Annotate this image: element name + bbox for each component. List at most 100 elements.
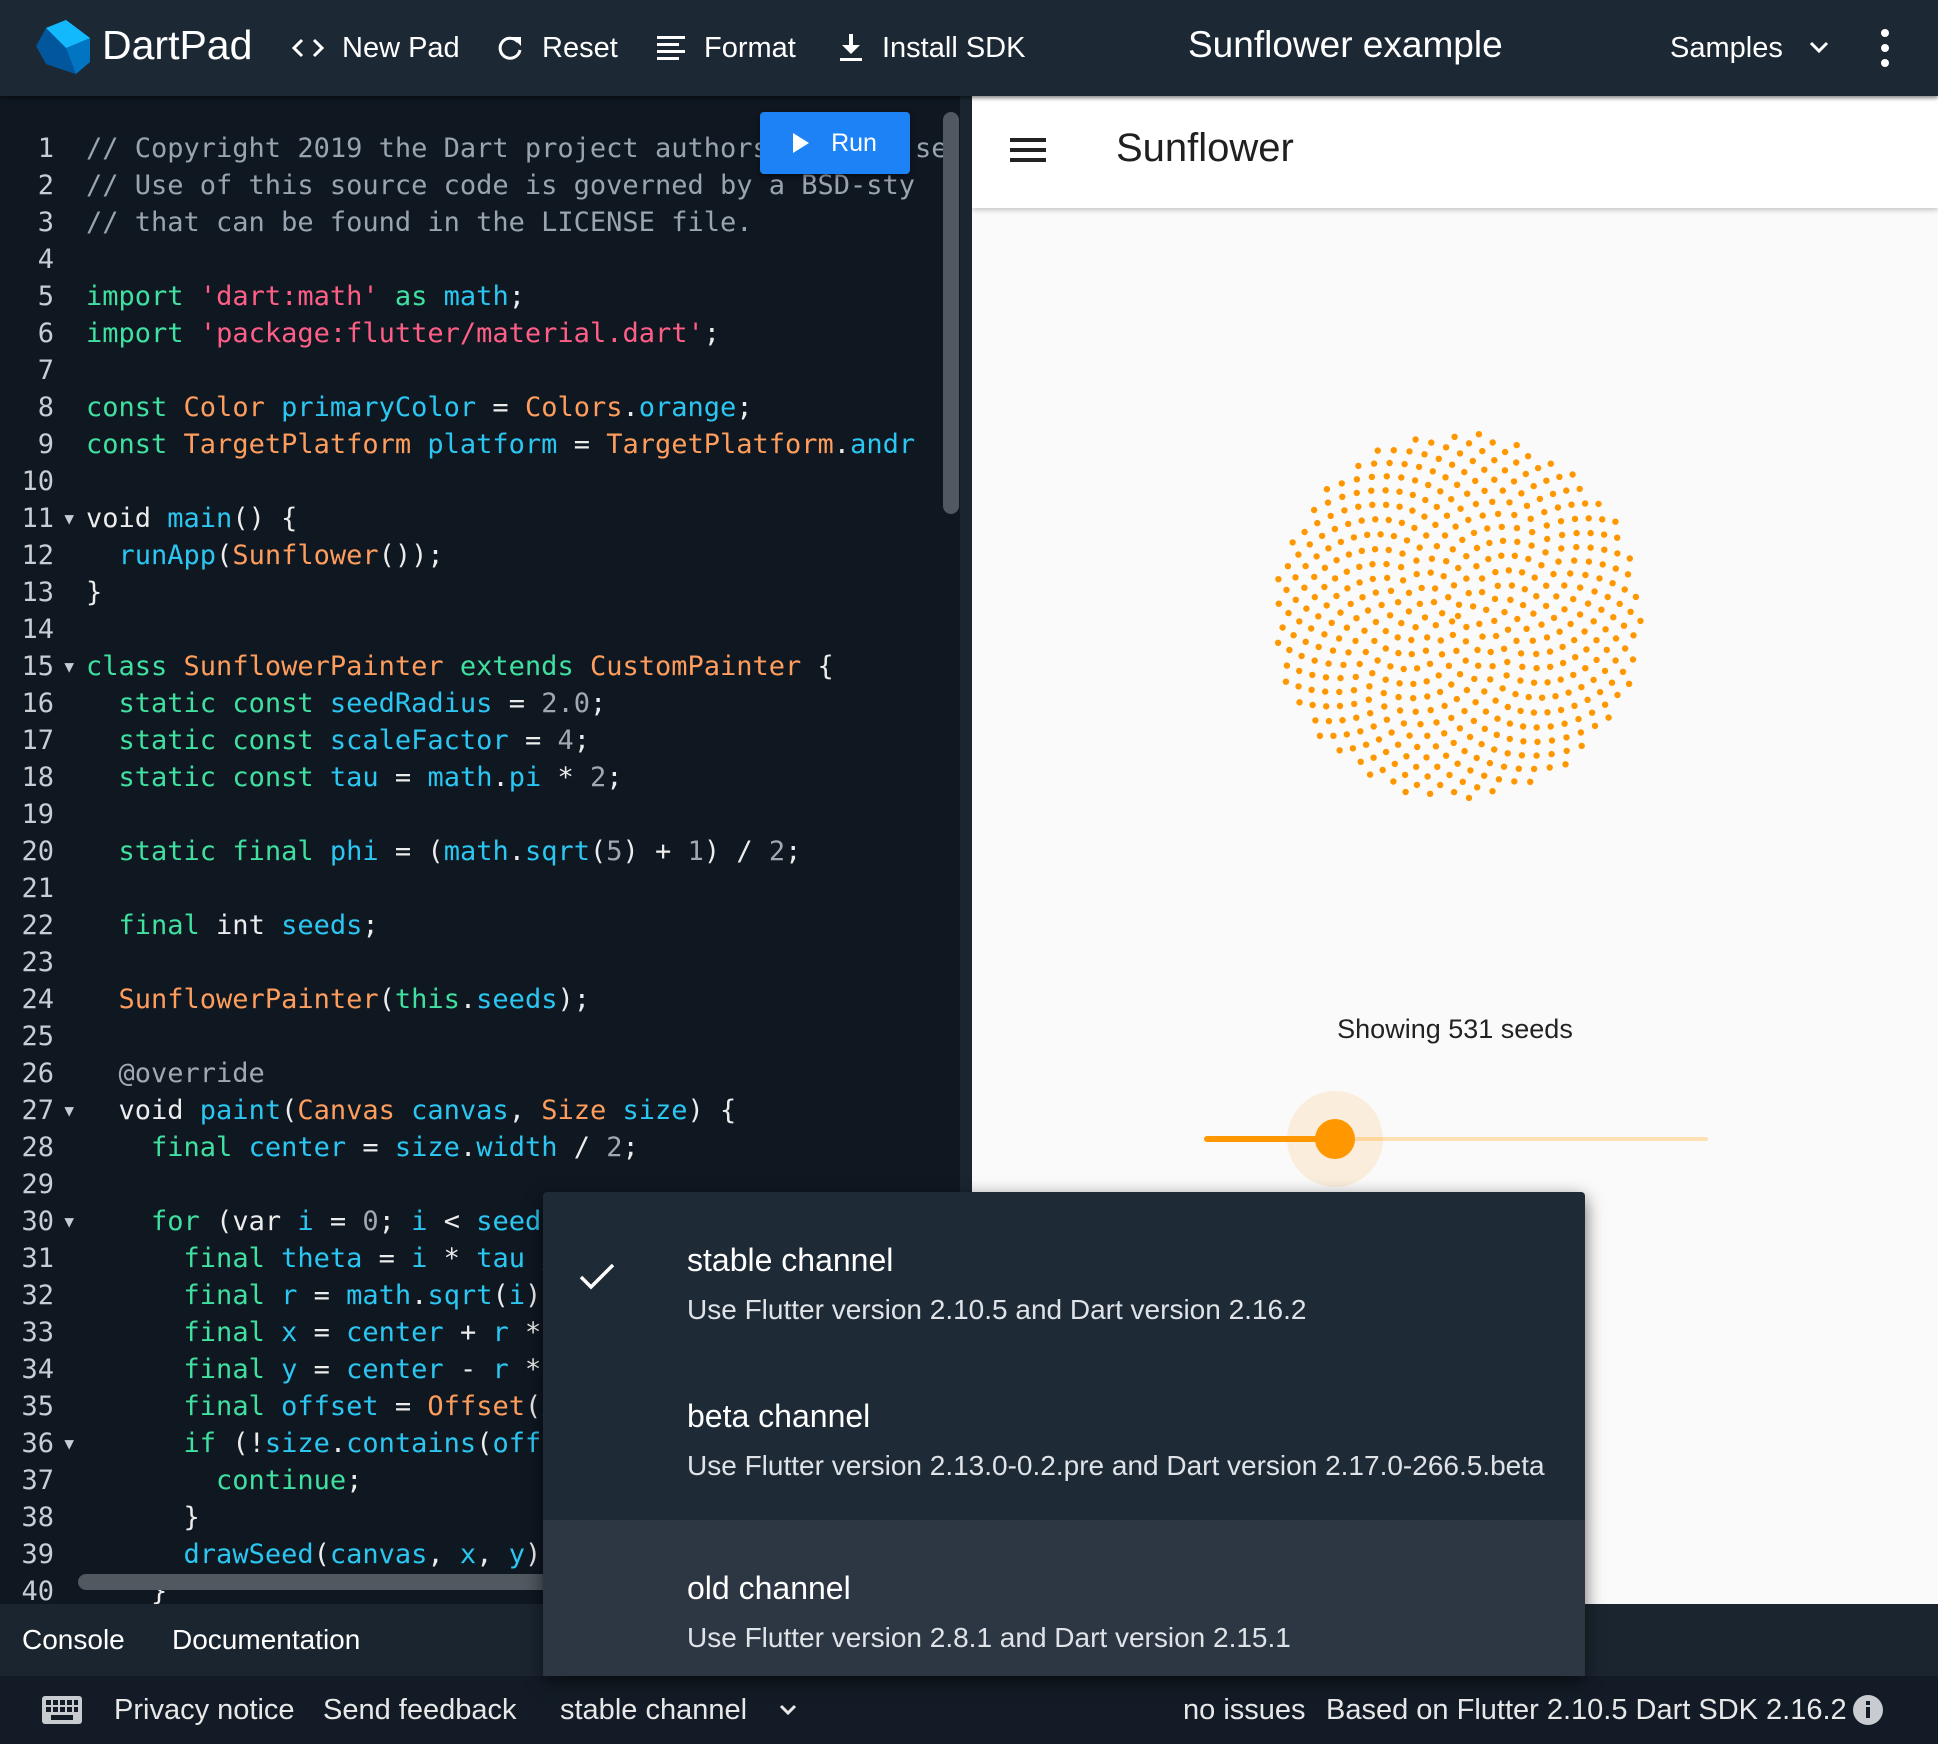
- code-line[interactable]: final center = size.width / 2;: [86, 1129, 946, 1166]
- code-line[interactable]: [86, 796, 946, 833]
- tab-documentation[interactable]: Documentation: [172, 1624, 360, 1656]
- code-token: ;: [346, 1465, 363, 1496]
- code-token: {: [801, 651, 834, 682]
- sunflower-seed: [1274, 639, 1282, 646]
- sunflower-seed: [1462, 657, 1469, 664]
- code-line[interactable]: [86, 241, 946, 278]
- app-name[interactable]: DartPad: [102, 22, 252, 69]
- sunflower-seed: [1571, 515, 1579, 523]
- code-line[interactable]: static const seedRadius = 2.0;: [86, 685, 946, 722]
- code-line[interactable]: const TargetPlatform platform = TargetPl…: [86, 426, 946, 463]
- sunflower-seed: [1336, 747, 1343, 754]
- send-feedback-link[interactable]: Send feedback: [323, 1676, 516, 1744]
- sunflower-seed: [1478, 740, 1485, 748]
- code-line[interactable]: }: [86, 574, 946, 611]
- hamburger-icon[interactable]: [1010, 136, 1046, 169]
- privacy-notice-link[interactable]: Privacy notice: [114, 1676, 295, 1744]
- sunflower-seed: [1396, 488, 1403, 495]
- code-line[interactable]: SunflowerPainter(this.seeds);: [86, 981, 946, 1018]
- code-line[interactable]: import 'dart:math' as math;: [86, 278, 946, 315]
- line-number-text: 11: [21, 503, 54, 534]
- sunflower-seed: [1411, 477, 1419, 484]
- refresh-icon: [496, 34, 524, 62]
- sunflower-seed: [1626, 555, 1633, 562]
- more-vert-icon[interactable]: [1880, 28, 1890, 73]
- seed-slider[interactable]: [1204, 1090, 1708, 1190]
- sunflower-seed: [1371, 637, 1378, 645]
- sunflower-seed: [1603, 646, 1610, 654]
- code-token: Colors: [524, 392, 623, 423]
- code-token: final: [232, 836, 314, 867]
- code-line[interactable]: [86, 352, 946, 389]
- issues-status[interactable]: no issues: [1183, 1676, 1306, 1744]
- run-button[interactable]: Run: [760, 112, 910, 174]
- fold-toggle-icon[interactable]: ▼: [64, 1425, 74, 1462]
- samples-dropdown[interactable]: Samples: [1670, 0, 1829, 96]
- tab-console[interactable]: Console: [22, 1624, 125, 1656]
- code-line[interactable]: static const tau = math.pi * 2;: [86, 759, 946, 796]
- fold-toggle-icon[interactable]: ▼: [64, 648, 74, 685]
- fold-toggle-icon[interactable]: ▼: [64, 1092, 74, 1129]
- menu-item-beta[interactable]: beta channel Use Flutter version 2.13.0-…: [543, 1348, 1585, 1504]
- menu-item-stable[interactable]: stable channel Use Flutter version 2.10.…: [543, 1192, 1585, 1348]
- code-line[interactable]: final int seeds;: [86, 907, 946, 944]
- horizontal-scrollbar[interactable]: [78, 1574, 598, 1590]
- sunflower-seed: [1629, 656, 1637, 663]
- code-line[interactable]: class SunflowerPainter extends CustomPai…: [86, 648, 946, 685]
- sunflower-seed: [1612, 657, 1619, 664]
- vertical-scrollbar[interactable]: [943, 112, 959, 514]
- code-line[interactable]: void main() {: [86, 500, 946, 537]
- sunflower-seed: [1435, 672, 1442, 679]
- line-number-text: 22: [21, 910, 54, 941]
- channel-selector[interactable]: stable channel: [560, 1676, 797, 1744]
- code-line[interactable]: import 'package:flutter/material.dart';: [86, 315, 946, 352]
- sunflower-seed: [1546, 648, 1554, 655]
- fold-toggle-icon[interactable]: ▼: [64, 1203, 74, 1240]
- code-line[interactable]: @override: [86, 1055, 946, 1092]
- code-line[interactable]: [86, 870, 946, 907]
- code-line[interactable]: // that can be found in the LICENSE file…: [86, 204, 946, 241]
- code-line[interactable]: const Color primaryColor = Colors.orange…: [86, 389, 946, 426]
- sunflower-seed: [1426, 660, 1434, 667]
- reset-button[interactable]: Reset: [496, 0, 618, 96]
- sunflower-seed: [1520, 738, 1527, 745]
- line-number-text: 24: [21, 984, 54, 1015]
- info-button[interactable]: [1852, 1676, 1884, 1744]
- code-line[interactable]: static final phi = (math.sqrt(5) + 1) / …: [86, 833, 946, 870]
- format-button[interactable]: Format: [656, 0, 796, 96]
- sunflower-seed: [1335, 635, 1343, 642]
- code-token: = (: [378, 836, 444, 867]
- line-number: 33: [0, 1314, 80, 1351]
- code-line[interactable]: void paint(Canvas canvas, Size size) {: [86, 1092, 946, 1129]
- sunflower-seed: [1421, 451, 1428, 458]
- sunflower-seed: [1463, 686, 1471, 694]
- sunflower-seed: [1358, 547, 1365, 554]
- sunflower-seed: [1533, 752, 1540, 759]
- dartpad-logo[interactable]: [36, 20, 90, 79]
- sunflower-seed: [1318, 532, 1326, 540]
- code-line[interactable]: [86, 611, 946, 648]
- keyboard-shortcuts-button[interactable]: [42, 1676, 82, 1744]
- sunflower-seed: [1372, 589, 1379, 596]
- code-token: contains: [346, 1428, 477, 1459]
- menu-item-old[interactable]: old channel Use Flutter version 2.8.1 an…: [543, 1520, 1585, 1676]
- sunflower-seed: [1469, 457, 1476, 465]
- install-sdk-button[interactable]: Install SDK: [838, 0, 1025, 96]
- sunflower-seed: [1578, 742, 1585, 750]
- new-pad-button[interactable]: New Pad: [292, 0, 460, 96]
- sunflower-seed: [1308, 686, 1315, 693]
- code-line[interactable]: [86, 944, 946, 981]
- sunflower-seed: [1614, 534, 1621, 541]
- sunflower-seed: [1571, 702, 1578, 709]
- code-line[interactable]: static const scaleFactor = 4;: [86, 722, 946, 759]
- sunflower-seed: [1421, 614, 1429, 621]
- fold-toggle-icon[interactable]: ▼: [64, 500, 74, 537]
- sunflower-seed: [1469, 603, 1477, 610]
- sunflower-seed: [1538, 621, 1545, 628]
- code-token: center: [346, 1317, 444, 1348]
- code-line[interactable]: [86, 1018, 946, 1055]
- code-line[interactable]: [86, 463, 946, 500]
- code-line[interactable]: runApp(Sunflower());: [86, 537, 946, 574]
- sunflower-seed: [1461, 707, 1468, 715]
- sunflower-seed: [1374, 657, 1381, 664]
